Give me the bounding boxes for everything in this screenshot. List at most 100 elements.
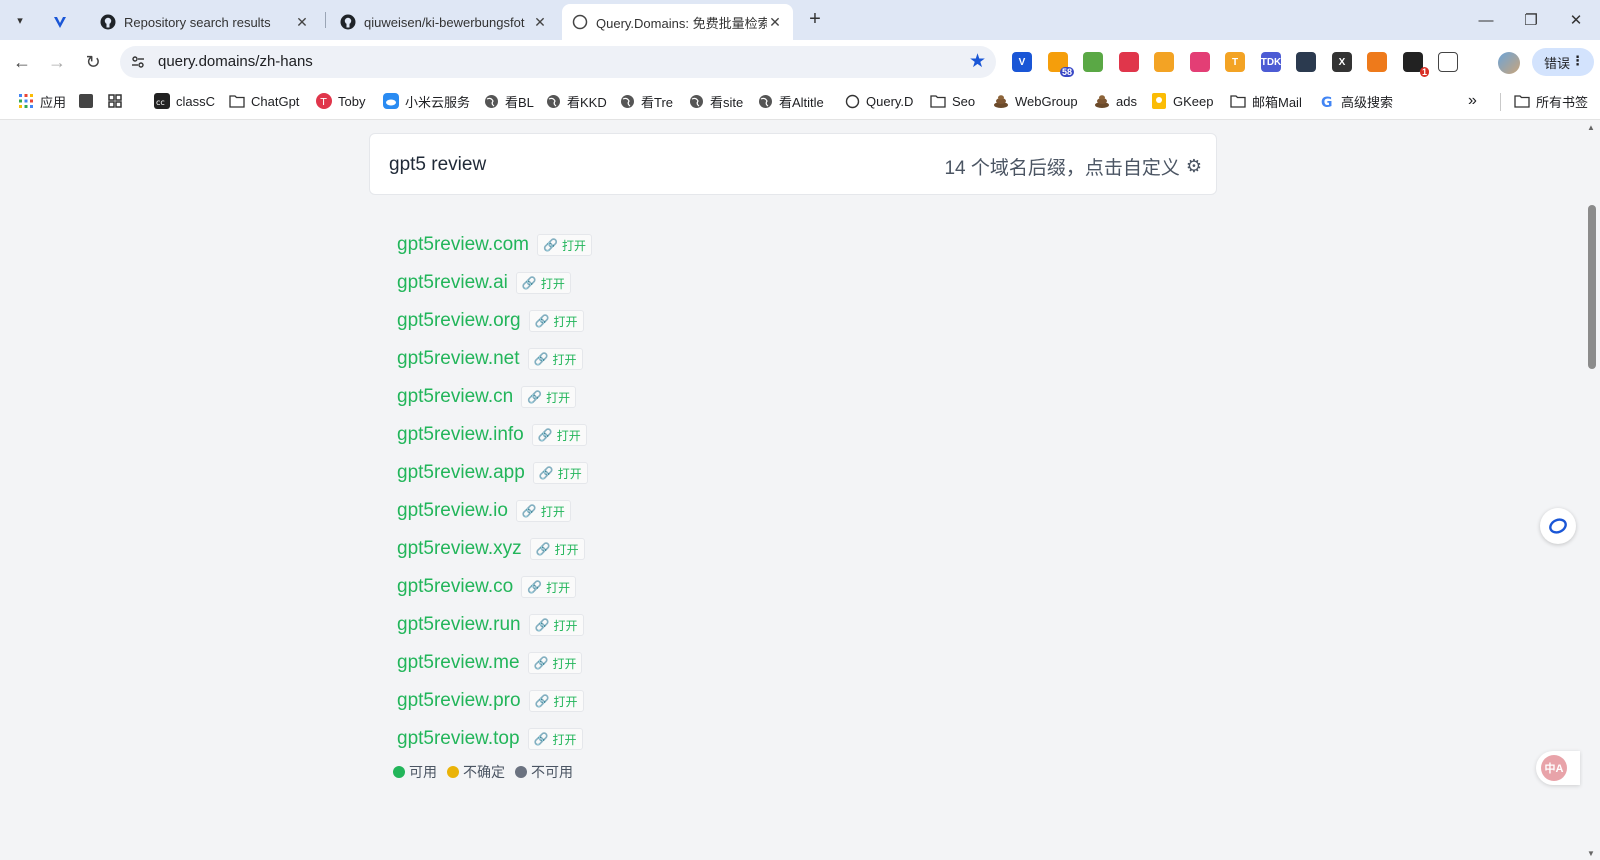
- bookmark-item[interactable]: 看site: [688, 91, 743, 111]
- domain-link[interactable]: gpt5review.xyz: [397, 538, 522, 560]
- search-card[interactable]: gpt5 review 14 个域名后缀，点击自定义 ⚙: [369, 133, 1217, 195]
- tab-repository-search[interactable]: Repository search results ✕: [90, 4, 320, 40]
- open-domain-button[interactable]: 🔗 打开: [527, 652, 583, 674]
- open-domain-button[interactable]: 🔗 打开: [527, 348, 583, 370]
- domain-link[interactable]: gpt5review.me: [397, 652, 520, 674]
- puzzle-ext-icon[interactable]: [1438, 52, 1458, 72]
- bookmark-label: 看Tre: [641, 94, 674, 110]
- page-scrollbar[interactable]: ▲ ▼: [1583, 121, 1600, 860]
- tshape-ext-icon[interactable]: T: [1225, 52, 1245, 72]
- bookmark-item[interactable]: Seo: [930, 91, 975, 111]
- domain-link[interactable]: gpt5review.io: [397, 500, 508, 522]
- bookmark-item[interactable]: ChatGpt: [229, 91, 299, 111]
- domain-link[interactable]: gpt5review.info: [397, 424, 524, 446]
- bookmark-item[interactable]: 看Altitle: [757, 91, 824, 111]
- open-domain-button[interactable]: 🔗 打开: [527, 728, 583, 750]
- bookmark-icon-only[interactable]: [78, 91, 100, 111]
- link-icon: 🔗: [534, 314, 550, 328]
- search-query[interactable]: gpt5 review: [389, 154, 486, 176]
- tdk-ext-icon[interactable]: TDK: [1261, 52, 1281, 72]
- site-info-button[interactable]: [126, 50, 150, 74]
- scroll-up-arrow[interactable]: ▲: [1587, 123, 1595, 132]
- bookmark-item[interactable]: cc classC: [154, 91, 215, 111]
- legend-label: 可用: [409, 764, 437, 780]
- floating-assistant-button[interactable]: [1540, 508, 1576, 544]
- domain-row: gpt5review.co 🔗 打开: [397, 568, 897, 606]
- open-domain-button[interactable]: 🔗 打开: [528, 690, 584, 712]
- bookmark-item[interactable]: WebGroup: [993, 91, 1078, 111]
- domain-link[interactable]: gpt5review.com: [397, 234, 529, 256]
- bookmark-item[interactable]: 小米云服务: [383, 91, 470, 111]
- bookmark-item[interactable]: 邮箱Mail: [1230, 91, 1302, 111]
- close-icon[interactable]: ✕: [532, 14, 548, 31]
- domain-link[interactable]: gpt5review.net: [397, 348, 520, 370]
- domain-link[interactable]: gpt5review.cn: [397, 386, 513, 408]
- error-button[interactable]: 错误 ⋮: [1532, 48, 1594, 76]
- close-icon[interactable]: ✕: [294, 14, 310, 31]
- reload-button[interactable]: ↻: [79, 48, 107, 76]
- url-text[interactable]: query.domains/zh-hans: [158, 53, 313, 70]
- suffix-settings-link[interactable]: 14 个域名后缀，点击自定义 ⚙: [944, 153, 1202, 180]
- orange-gauge-ext-icon[interactable]: [1154, 52, 1174, 72]
- black-ext-icon[interactable]: 1: [1403, 52, 1429, 77]
- bookmark-star-icon[interactable]: ★: [969, 50, 986, 73]
- tab-github-repo[interactable]: qiuweisen/ki-bewerbungsfot ✕: [330, 4, 558, 40]
- scroll-thumb[interactable]: [1588, 205, 1596, 369]
- domain-link[interactable]: gpt5review.run: [397, 614, 521, 636]
- domain-link[interactable]: gpt5review.pro: [397, 690, 521, 712]
- bookmark-item[interactable]: GKeep: [1151, 91, 1213, 111]
- floating-translate-button[interactable]: 中A: [1536, 751, 1580, 785]
- open-domain-button[interactable]: 🔗 打开: [515, 272, 571, 294]
- new-tab-button[interactable]: +: [803, 8, 827, 32]
- bookmark-item[interactable]: 看BL: [483, 91, 534, 111]
- open-domain-button[interactable]: 🔗 打开: [528, 310, 584, 332]
- domain-link[interactable]: gpt5review.app: [397, 462, 525, 484]
- bookmark-item[interactable]: G 高级搜索: [1319, 91, 1394, 111]
- tab-pinned[interactable]: [42, 4, 82, 40]
- tab-query-domains[interactable]: Query.Domains: 免费批量检索 ✕: [562, 4, 793, 40]
- orange-ext-icon[interactable]: [1367, 52, 1387, 72]
- scroll-down-arrow[interactable]: ▼: [1587, 849, 1595, 858]
- forward-button[interactable]: →: [43, 48, 71, 76]
- open-domain-button[interactable]: 🔗 打开: [529, 538, 585, 560]
- red-ext-icon[interactable]: [1119, 52, 1139, 72]
- rss-ext-icon[interactable]: 58: [1048, 52, 1074, 77]
- green-ext-icon[interactable]: [1083, 52, 1103, 72]
- cc-icon: cc: [154, 93, 170, 109]
- address-bar[interactable]: query.domains/zh-hans ★: [120, 46, 996, 78]
- domain-link[interactable]: gpt5review.ai: [397, 272, 508, 294]
- open-domain-button[interactable]: 🔗 打开: [521, 576, 577, 598]
- domain-link[interactable]: gpt5review.top: [397, 728, 520, 750]
- open-domain-button[interactable]: 🔗 打开: [521, 386, 577, 408]
- back-button[interactable]: ←: [8, 48, 36, 76]
- open-domain-button[interactable]: 🔗 打开: [532, 462, 588, 484]
- tab-search-button[interactable]: ▾: [8, 7, 32, 33]
- minimize-button[interactable]: —: [1464, 6, 1508, 34]
- bookmarks-overflow-button[interactable]: »: [1468, 91, 1477, 111]
- pink-ext-icon[interactable]: [1190, 52, 1210, 72]
- bookmark-item[interactable]: T Toby: [316, 91, 365, 111]
- link-icon: 🔗: [533, 352, 549, 366]
- dark-ext-icon[interactable]: [1296, 52, 1316, 72]
- domain-link[interactable]: gpt5review.co: [397, 576, 513, 598]
- bookmark-item[interactable]: 看KKD: [545, 91, 607, 111]
- all-bookmarks-button[interactable]: 所有书签: [1514, 91, 1588, 111]
- domain-link[interactable]: gpt5review.org: [397, 310, 521, 332]
- bookmark-item[interactable]: ads: [1094, 91, 1137, 111]
- blue-v-ext-icon[interactable]: V: [1012, 52, 1032, 72]
- profile-avatar[interactable]: [1498, 52, 1520, 74]
- x-ext-icon[interactable]: X: [1332, 52, 1352, 72]
- open-domain-button[interactable]: 🔗 打开: [537, 234, 592, 256]
- open-domain-button[interactable]: 🔗 打开: [531, 424, 587, 446]
- close-icon[interactable]: ✕: [767, 14, 783, 31]
- open-domain-button[interactable]: 🔗 打开: [528, 614, 584, 636]
- legend-item: 可用: [393, 762, 437, 782]
- restore-button[interactable]: ❐: [1509, 6, 1553, 34]
- window-close-button[interactable]: ✕: [1554, 6, 1598, 34]
- status-dot-icon: [447, 766, 459, 778]
- bookmark-icon-only[interactable]: [107, 91, 129, 111]
- open-domain-button[interactable]: 🔗 打开: [515, 500, 571, 522]
- bookmark-item[interactable]: 看Tre: [619, 91, 673, 111]
- bookmark-item[interactable]: Query.D: [844, 91, 913, 111]
- bookmark-item[interactable]: 应用: [18, 91, 66, 111]
